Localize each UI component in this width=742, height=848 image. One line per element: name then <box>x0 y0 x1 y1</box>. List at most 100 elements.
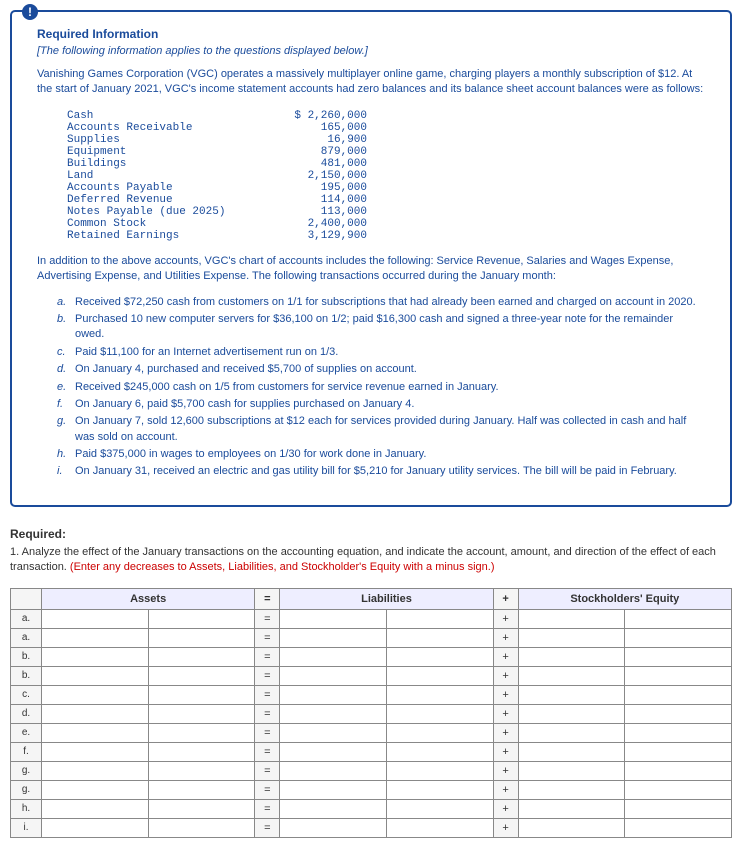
input-cell[interactable] <box>42 780 149 799</box>
input-cell[interactable] <box>280 685 387 704</box>
input-cell[interactable] <box>42 742 149 761</box>
account-input[interactable] <box>44 726 148 739</box>
account-input[interactable] <box>44 669 148 682</box>
input-cell[interactable] <box>280 647 387 666</box>
account-input[interactable] <box>521 821 625 834</box>
input-cell[interactable] <box>625 761 732 780</box>
amount-input[interactable] <box>151 783 255 796</box>
amount-input[interactable] <box>389 802 493 815</box>
amount-input[interactable] <box>389 650 493 663</box>
input-cell[interactable] <box>148 628 255 647</box>
input-cell[interactable] <box>518 799 625 818</box>
input-cell[interactable] <box>625 628 732 647</box>
amount-input[interactable] <box>389 726 493 739</box>
account-input[interactable] <box>44 631 148 644</box>
account-input[interactable] <box>282 764 386 777</box>
input-cell[interactable] <box>386 609 493 628</box>
input-cell[interactable] <box>42 628 149 647</box>
input-cell[interactable] <box>280 723 387 742</box>
input-cell[interactable] <box>42 761 149 780</box>
amount-input[interactable] <box>389 631 493 644</box>
input-cell[interactable] <box>386 704 493 723</box>
input-cell[interactable] <box>42 647 149 666</box>
account-input[interactable] <box>282 745 386 758</box>
account-input[interactable] <box>282 821 386 834</box>
input-cell[interactable] <box>42 799 149 818</box>
input-cell[interactable] <box>148 780 255 799</box>
amount-input[interactable] <box>627 783 731 796</box>
account-input[interactable] <box>521 745 625 758</box>
input-cell[interactable] <box>42 609 149 628</box>
account-input[interactable] <box>44 650 148 663</box>
input-cell[interactable] <box>518 609 625 628</box>
input-cell[interactable] <box>625 799 732 818</box>
account-input[interactable] <box>282 802 386 815</box>
input-cell[interactable] <box>148 742 255 761</box>
input-cell[interactable] <box>625 704 732 723</box>
input-cell[interactable] <box>42 704 149 723</box>
input-cell[interactable] <box>518 761 625 780</box>
account-input[interactable] <box>44 707 148 720</box>
input-cell[interactable] <box>625 609 732 628</box>
account-input[interactable] <box>282 783 386 796</box>
input-cell[interactable] <box>148 685 255 704</box>
input-cell[interactable] <box>518 723 625 742</box>
input-cell[interactable] <box>280 628 387 647</box>
input-cell[interactable] <box>148 799 255 818</box>
account-input[interactable] <box>282 612 386 625</box>
account-input[interactable] <box>282 726 386 739</box>
amount-input[interactable] <box>389 707 493 720</box>
input-cell[interactable] <box>148 761 255 780</box>
amount-input[interactable] <box>627 631 731 644</box>
input-cell[interactable] <box>518 666 625 685</box>
account-input[interactable] <box>282 707 386 720</box>
input-cell[interactable] <box>386 799 493 818</box>
input-cell[interactable] <box>625 742 732 761</box>
input-cell[interactable] <box>518 780 625 799</box>
amount-input[interactable] <box>389 821 493 834</box>
input-cell[interactable] <box>518 628 625 647</box>
input-cell[interactable] <box>518 742 625 761</box>
account-input[interactable] <box>44 821 148 834</box>
input-cell[interactable] <box>148 647 255 666</box>
amount-input[interactable] <box>389 688 493 701</box>
input-cell[interactable] <box>148 609 255 628</box>
account-input[interactable] <box>521 631 625 644</box>
amount-input[interactable] <box>627 707 731 720</box>
amount-input[interactable] <box>627 821 731 834</box>
input-cell[interactable] <box>625 723 732 742</box>
account-input[interactable] <box>521 688 625 701</box>
input-cell[interactable] <box>148 818 255 837</box>
amount-input[interactable] <box>151 631 255 644</box>
input-cell[interactable] <box>280 761 387 780</box>
amount-input[interactable] <box>627 726 731 739</box>
input-cell[interactable] <box>280 666 387 685</box>
input-cell[interactable] <box>280 704 387 723</box>
input-cell[interactable] <box>42 723 149 742</box>
input-cell[interactable] <box>386 818 493 837</box>
input-cell[interactable] <box>625 666 732 685</box>
amount-input[interactable] <box>151 821 255 834</box>
account-input[interactable] <box>44 783 148 796</box>
input-cell[interactable] <box>518 818 625 837</box>
account-input[interactable] <box>44 764 148 777</box>
input-cell[interactable] <box>42 818 149 837</box>
input-cell[interactable] <box>518 685 625 704</box>
amount-input[interactable] <box>151 726 255 739</box>
account-input[interactable] <box>282 650 386 663</box>
amount-input[interactable] <box>627 745 731 758</box>
account-input[interactable] <box>44 745 148 758</box>
input-cell[interactable] <box>625 780 732 799</box>
account-input[interactable] <box>44 612 148 625</box>
input-cell[interactable] <box>386 761 493 780</box>
input-cell[interactable] <box>518 647 625 666</box>
amount-input[interactable] <box>627 688 731 701</box>
account-input[interactable] <box>44 688 148 701</box>
input-cell[interactable] <box>386 647 493 666</box>
amount-input[interactable] <box>627 764 731 777</box>
input-cell[interactable] <box>386 666 493 685</box>
input-cell[interactable] <box>625 818 732 837</box>
input-cell[interactable] <box>280 742 387 761</box>
input-cell[interactable] <box>625 685 732 704</box>
amount-input[interactable] <box>389 669 493 682</box>
